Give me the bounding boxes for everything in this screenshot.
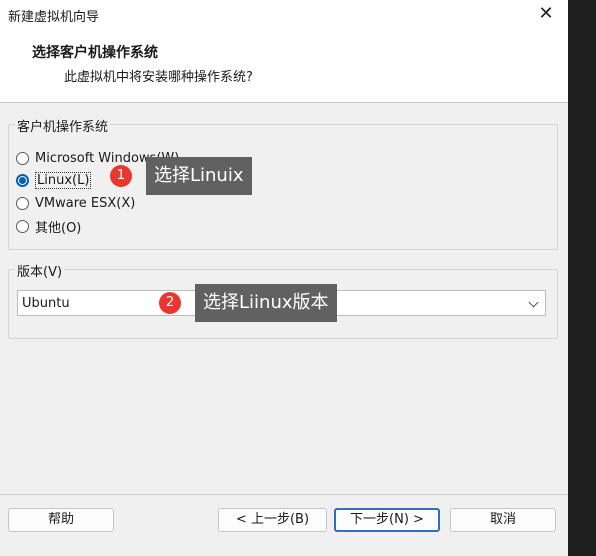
radio-linux-label: Linux(L) (35, 171, 92, 189)
radio-other[interactable]: 其他(O) (16, 216, 81, 236)
footer-divider (0, 494, 568, 495)
wizard-header: 选择客户机操作系统 此虚拟机中将安装哪种操作系统? (0, 28, 568, 103)
close-icon[interactable]: ✕ (534, 3, 558, 25)
annotation-badge-1: 1 (110, 165, 132, 187)
annotation-tooltip-1: 选择Linuix (146, 157, 252, 195)
page-subtitle: 此虚拟机中将安装哪种操作系统? (64, 70, 253, 85)
page-title: 选择客户机操作系统 (32, 45, 158, 61)
version-select-value: Ubuntu (22, 296, 70, 311)
window-title: 新建虚拟机向导 (8, 10, 100, 25)
radio-linux[interactable]: Linux(L) (16, 170, 92, 190)
help-button[interactable]: 帮助 (8, 508, 114, 532)
background-strip (0, 540, 186, 556)
radio-esx-label: VMware ESX(X) (35, 195, 136, 211)
radio-circle[interactable] (16, 219, 29, 233)
chevron-down-icon (528, 297, 539, 308)
annotation-badge-2: 2 (159, 292, 181, 314)
radio-circle-checked[interactable] (16, 173, 29, 187)
guest-os-group-label: 客户机操作系统 (15, 116, 111, 135)
radio-other-label: 其他(O) (35, 220, 82, 236)
annotation-tooltip-2: 选择Liinux版本 (195, 284, 337, 322)
next-button[interactable]: 下一步(N) > (334, 508, 440, 532)
wizard-window: 新建虚拟机向导 ✕ 选择客户机操作系统 此虚拟机中将安装哪种操作系统? 客户机操… (0, 0, 568, 556)
version-group-label: 版本(V) (15, 261, 65, 280)
cancel-button[interactable]: 取消 (450, 508, 556, 532)
radio-esx[interactable]: VMware ESX(X) (16, 193, 135, 213)
radio-circle[interactable] (16, 196, 29, 210)
radio-circle[interactable] (16, 151, 29, 165)
back-button[interactable]: < 上一步(B) (218, 508, 327, 532)
title-bar: 新建虚拟机向导 ✕ (0, 0, 568, 28)
